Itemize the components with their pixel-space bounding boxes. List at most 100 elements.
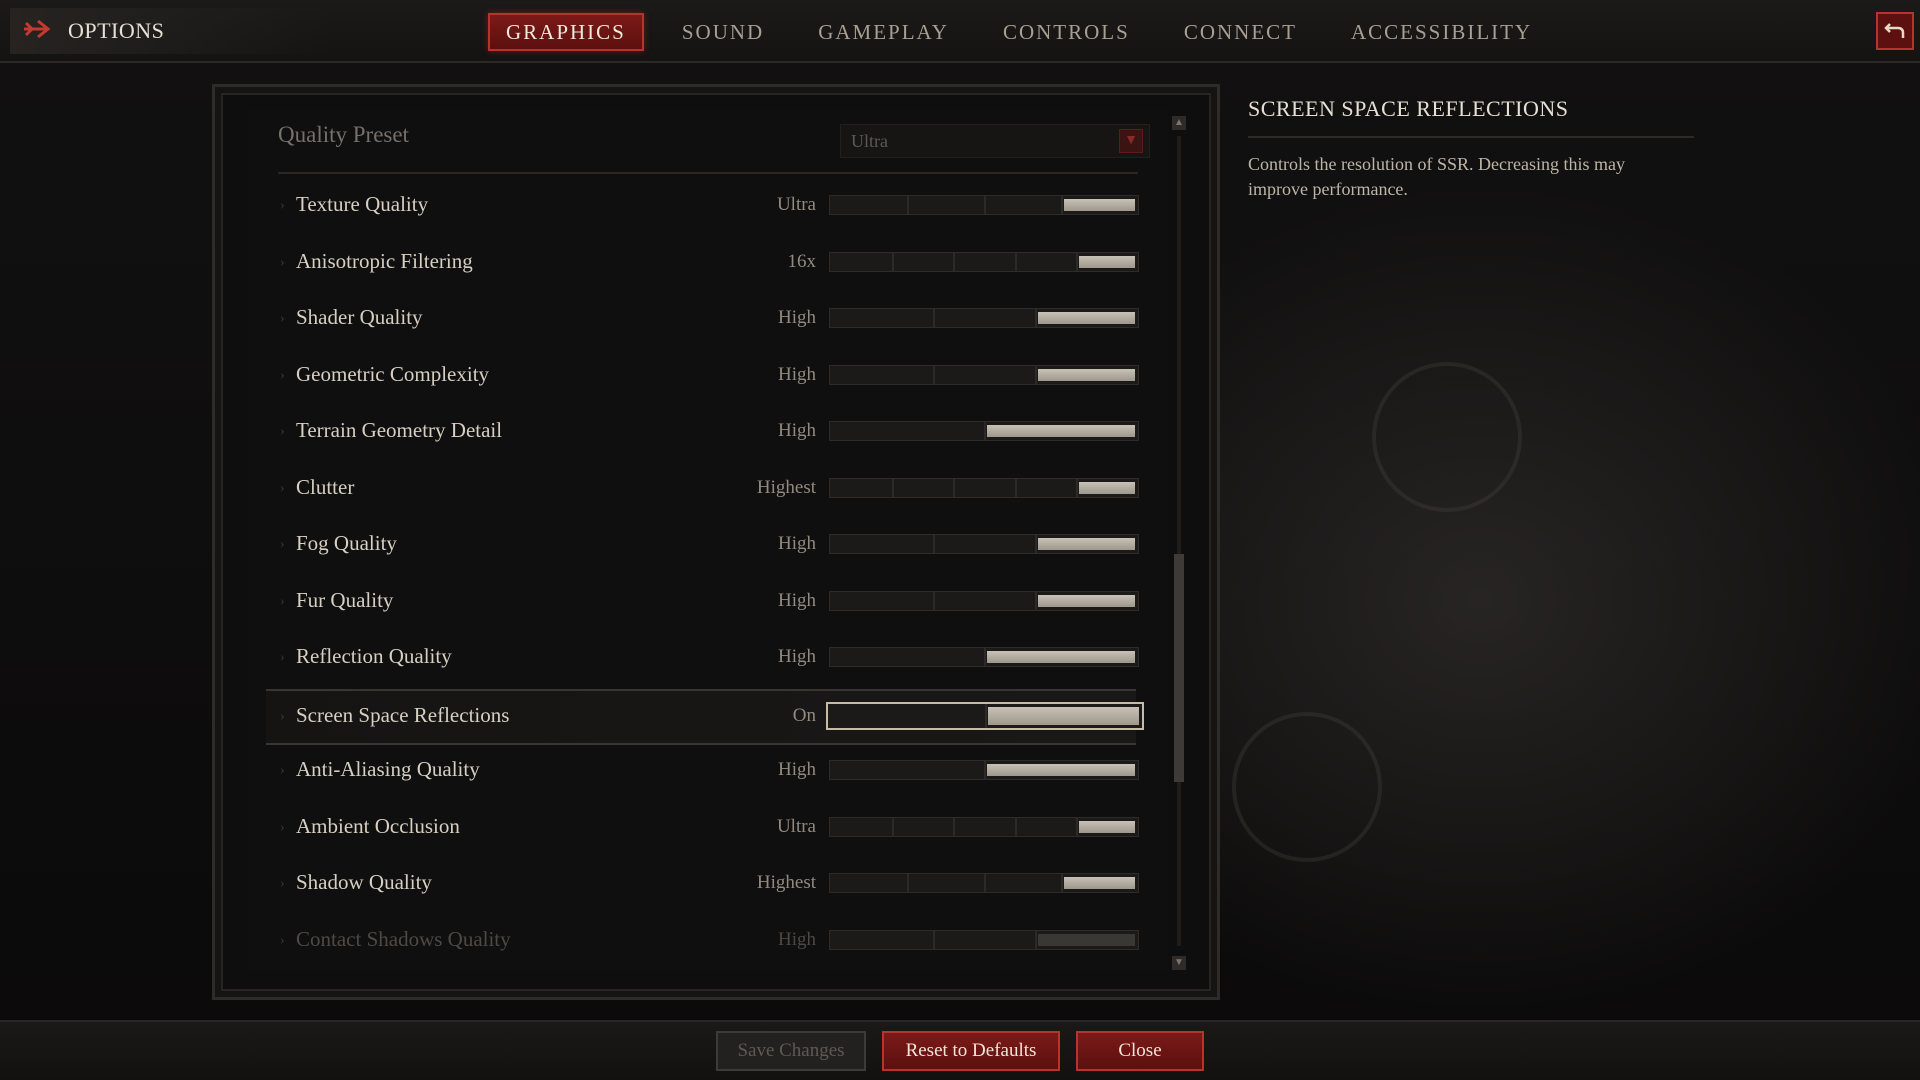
setting-value: High [778,646,816,667]
setting-value: High [778,363,816,385]
setting-value: High [778,420,816,441]
setting-value: Highest [756,872,816,893]
description-title: SCREEN SPACE REFLECTIONS [1248,96,1569,121]
back-button[interactable] [1876,12,1914,50]
settings-list: › Texture Quality Ultra › Anisotropic Filter… [266,180,1144,972]
setting-label: Fur Quality [296,587,394,612]
setting-slider[interactable] [829,873,1139,893]
return-arrow-icon [1884,18,1906,45]
chevron-right-icon: › [280,311,285,326]
setting-slider[interactable] [829,364,1139,385]
tab-sound[interactable]: SOUND [666,13,780,51]
setting-slider[interactable] [829,929,1139,950]
tab-connect[interactable]: CONNECT [1168,13,1313,51]
chevron-right-icon: › [280,876,285,891]
quality-preset-row: Quality Preset Ultra ▼ [278,110,1150,174]
setting-slider[interactable] [826,701,1144,730]
tab-graphics[interactable]: GRAPHICS [488,13,644,51]
scroll-down-icon[interactable]: ▼ [1172,956,1186,970]
quality-preset-dropdown[interactable]: Ultra ▼ [840,124,1150,158]
reset-defaults-button[interactable]: Reset to Defaults [882,1031,1060,1071]
setting-slider[interactable] [829,816,1139,837]
chevron-right-icon: › [280,819,285,835]
slider-notch [932,309,935,327]
slider-notch [1076,478,1079,497]
setting-row[interactable]: › Fur Quality High [266,576,1139,633]
slider-notch [891,252,894,271]
tab-accessibility[interactable]: ACCESSIBILITY [1335,13,1548,51]
setting-label: Ambient Occlusion [296,813,460,838]
setting-row[interactable]: › Anti-Aliasing Quality High [266,745,1139,802]
setting-value: High [778,589,816,611]
slider-notch [932,930,935,949]
slider-notch [984,761,986,779]
setting-row[interactable]: › Contact Shadows Quality High [266,915,1139,972]
description-divider [1248,136,1694,138]
setting-row[interactable]: › Clutter Highest [266,463,1139,520]
save-changes-button[interactable]: Save Changes [716,1031,866,1071]
settings-scrollbar[interactable]: ▲ ▼ [1172,114,1186,970]
setting-value: Ultra [776,194,816,215]
slider-notch [1035,591,1038,610]
scroll-up-icon[interactable]: ▲ [1172,116,1186,130]
quality-preset-label: Quality Preset [278,122,409,147]
setting-value: High [778,533,816,554]
setting-row[interactable]: › Geometric Complexity High [266,350,1139,407]
setting-row[interactable]: › Shader Quality High [266,293,1139,350]
setting-slider[interactable] [829,195,1139,215]
setting-label: Screen Space Reflections [296,702,510,727]
setting-row[interactable]: › Shadow Quality Highest [266,858,1139,915]
chevron-right-icon: › [280,537,285,552]
tab-gameplay[interactable]: GAMEPLAY [802,13,965,51]
slider-notch [984,422,986,440]
slider-notch [932,535,935,553]
close-button[interactable]: Close [1076,1031,1204,1071]
setting-slider[interactable] [829,308,1139,328]
setting-row[interactable]: › Fog Quality High [266,519,1139,576]
slider-fill [1038,312,1135,324]
setting-row[interactable]: › Reflection Quality High [266,632,1139,689]
chevron-right-icon: › [280,932,285,948]
setting-value: 16x [787,250,817,272]
setting-value: High [778,307,816,328]
slider-notch [1061,196,1063,214]
setting-row[interactable]: › Texture Quality Ultra [266,180,1139,237]
slider-fill [1079,255,1135,268]
chevron-right-icon: › [280,480,285,496]
setting-row[interactable]: › Ambient Occlusion Ultra [266,802,1139,859]
setting-label: Contact Shadows Quality [296,926,511,951]
slider-fill [1079,820,1135,833]
slider-notch [953,817,956,836]
setting-label: Shadow Quality [296,870,432,894]
slider-notch [1061,874,1063,892]
setting-slider[interactable] [829,590,1139,611]
setting-label: Shader Quality [296,305,423,329]
setting-slider[interactable] [829,251,1139,272]
setting-value: On [792,704,816,726]
setting-slider[interactable] [829,421,1139,441]
scroll-thumb[interactable] [1174,554,1184,782]
setting-row[interactable]: › Anisotropic Filtering 16x [266,237,1139,294]
setting-label: Anisotropic Filtering [296,248,473,273]
setting-row[interactable]: › Screen Space Reflections On [266,688,1144,745]
chevron-right-icon: › [280,424,285,439]
setting-slider[interactable] [829,477,1139,498]
quality-preset-value: Ultra [851,131,888,151]
slider-fill [1038,368,1135,381]
tab-controls[interactable]: CONTROLS [987,13,1146,51]
setting-value: High [778,759,816,780]
setting-slider[interactable] [829,534,1139,554]
scroll-track [1177,136,1181,946]
options-title: OPTIONS [68,18,165,43]
slider-fill [987,651,1135,663]
triangle-down-icon: ▼ [1119,129,1143,153]
setting-slider[interactable] [829,760,1139,780]
slider-notch [1014,252,1017,271]
chevron-right-icon: › [280,708,285,724]
slider-fill [987,425,1135,437]
setting-row[interactable]: › Terrain Geometry Detail High [266,406,1139,463]
slider-notch [1076,817,1079,836]
slider-notch [932,591,935,610]
setting-slider[interactable] [829,647,1139,667]
setting-label: Anti-Aliasing Quality [296,757,480,781]
